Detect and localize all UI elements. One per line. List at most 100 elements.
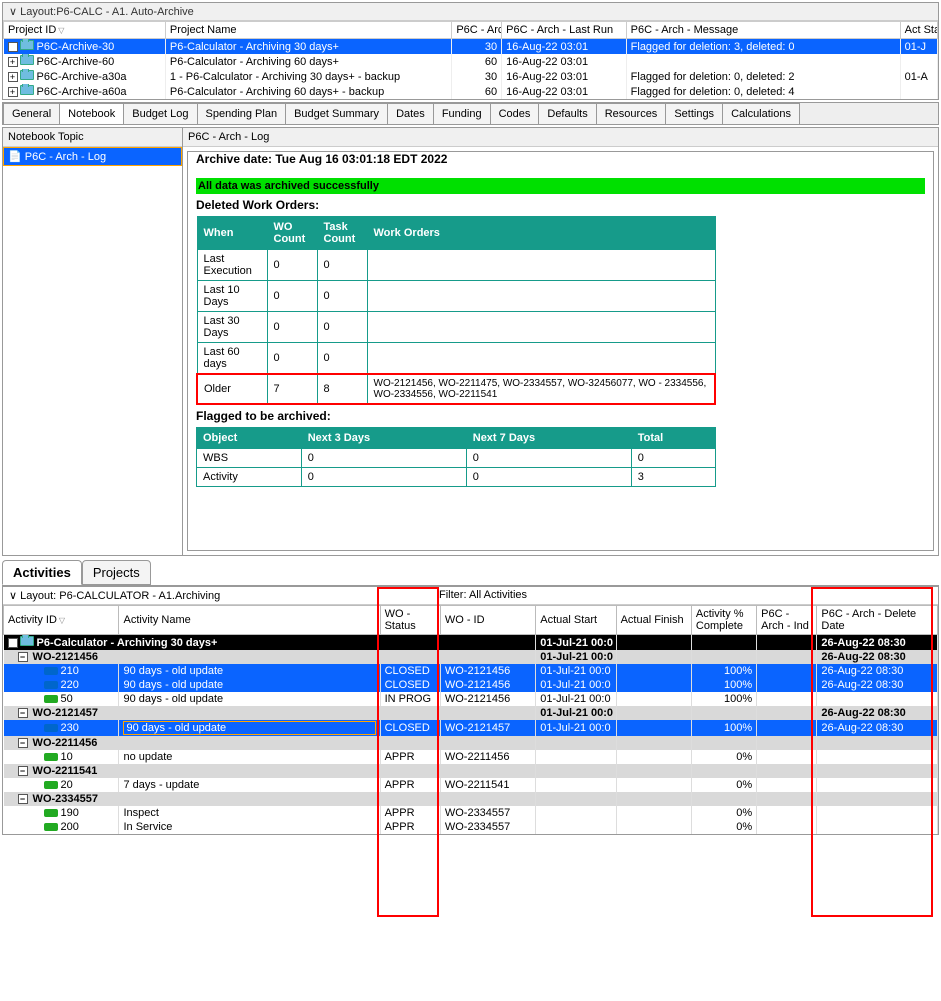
deleted-row: Last 60 days00 — [197, 343, 715, 375]
activity-row[interactable]: 22090 days - old updateCLOSEDWO-21214560… — [4, 678, 938, 692]
tab-funding[interactable]: Funding — [433, 103, 491, 124]
bigtab-projects[interactable]: Projects — [82, 560, 151, 585]
layout-label: ∨ Layout:P6-CALC - A1. Auto-Archive — [3, 3, 938, 21]
notebook-topic-header: Notebook Topic — [3, 128, 182, 147]
milestone-icon — [44, 681, 58, 689]
project-row[interactable]: + P6C-Archive-a30a1 - P6-Calculator - Ar… — [4, 69, 938, 84]
folder-icon — [20, 636, 34, 646]
notebook-panel: Notebook Topic 📄 P6C - Arch - Log P6C - … — [2, 127, 939, 556]
tab-calculations[interactable]: Calculations — [722, 103, 800, 124]
activities-table[interactable]: Activity ID Activity Name WO - Status WO… — [3, 605, 938, 834]
milestone-icon — [44, 667, 58, 675]
tab-notebook[interactable]: Notebook — [59, 103, 124, 124]
tab-budget-log[interactable]: Budget Log — [123, 103, 197, 124]
activity-row[interactable]: − P6-Calculator - Archiving 30 days+01-J… — [4, 635, 938, 651]
col-activity-id[interactable]: Activity ID — [4, 606, 119, 635]
collapse-icon[interactable]: − — [18, 708, 28, 718]
deleted-row: Last 10 Days00 — [197, 281, 715, 312]
collapse-icon[interactable]: − — [18, 766, 28, 776]
activity-row[interactable]: − WO-212145701-Jul-21 00:026-Aug-22 08:3… — [4, 706, 938, 720]
col-actual-finish[interactable]: Actual Finish — [616, 606, 691, 635]
col-wo-id[interactable]: WO - ID — [440, 606, 535, 635]
project-table[interactable]: Project ID Project Name P6C - Arch - Ran… — [3, 21, 938, 99]
col-when: When — [197, 217, 267, 250]
task-icon — [44, 695, 58, 703]
tab-codes[interactable]: Codes — [490, 103, 540, 124]
project-row[interactable]: + P6C-Archive-a60aP6-Calculator - Archiv… — [4, 84, 938, 99]
task-icon — [44, 809, 58, 817]
log-body: Archive date: Tue Aug 16 03:01:18 EDT 20… — [187, 151, 934, 551]
col-wocount: WO Count — [267, 217, 317, 250]
col-arch-act[interactable]: Act Sta — [900, 22, 937, 39]
tab-settings[interactable]: Settings — [665, 103, 723, 124]
col-next3: Next 3 Days — [301, 428, 466, 449]
flagged-row: WBS000 — [197, 449, 716, 468]
notebook-topic-item[interactable]: 📄 P6C - Arch - Log — [3, 147, 182, 166]
activity-row[interactable]: − WO-212145601-Jul-21 00:026-Aug-22 08:3… — [4, 650, 938, 664]
col-wo-status[interactable]: WO - Status — [380, 606, 440, 635]
tab-budget-summary[interactable]: Budget Summary — [285, 103, 388, 124]
collapse-icon[interactable]: − — [18, 652, 28, 662]
tab-resources[interactable]: Resources — [596, 103, 667, 124]
col-actual-start[interactable]: Actual Start — [536, 606, 616, 635]
expand-icon[interactable]: + — [8, 72, 18, 82]
collapse-icon[interactable]: − — [18, 738, 28, 748]
activity-row[interactable]: − WO-2211456 — [4, 736, 938, 750]
task-icon — [44, 753, 58, 761]
col-workorders: Work Orders — [367, 217, 715, 250]
flagged-header: Flagged to be archived: — [196, 409, 925, 423]
flagged-table: Object Next 3 Days Next 7 Days Total WBS… — [196, 427, 716, 487]
col-next7: Next 7 Days — [466, 428, 631, 449]
expand-icon[interactable]: + — [8, 42, 18, 52]
tab-general[interactable]: General — [3, 103, 60, 124]
collapse-icon[interactable]: − — [8, 638, 18, 648]
activities-layout-label: ∨ Layout: P6-CALCULATOR - A1.Archiving — [9, 589, 439, 602]
col-pct-complete[interactable]: Activity % Complete — [691, 606, 756, 635]
col-arch-lastrun[interactable]: P6C - Arch - Last Run — [502, 22, 627, 39]
col-object: Object — [197, 428, 302, 449]
col-activity-name[interactable]: Activity Name — [119, 606, 380, 635]
expand-icon[interactable]: + — [8, 57, 18, 67]
activity-row[interactable]: 200In ServiceAPPRWO-23345570% — [4, 820, 938, 834]
deleted-row: Last Execution00 — [197, 250, 715, 281]
activity-row[interactable]: 5090 days - old updateIN PROGWO-21214560… — [4, 692, 938, 706]
deleted-row: Last 30 Days00 — [197, 312, 715, 343]
project-row[interactable]: + P6C-Archive-60P6-Calculator - Archivin… — [4, 54, 938, 69]
activity-row[interactable]: − WO-2334557 — [4, 792, 938, 806]
flagged-row: Activity003 — [197, 468, 716, 487]
activity-row[interactable]: 207 days - updateAPPRWO-22115410% — [4, 778, 938, 792]
folder-icon — [20, 40, 34, 50]
col-delete-date[interactable]: P6C - Arch - Delete Date — [817, 606, 938, 635]
activities-filter-label: Filter: All Activities — [439, 589, 527, 602]
task-icon — [44, 781, 58, 789]
task-icon — [44, 823, 58, 831]
activity-row[interactable]: 10no updateAPPRWO-22114560% — [4, 750, 938, 764]
tab-dates[interactable]: Dates — [387, 103, 434, 124]
col-project-id[interactable]: Project ID — [4, 22, 166, 39]
tab-defaults[interactable]: Defaults — [538, 103, 596, 124]
folder-icon — [20, 55, 34, 65]
activity-row[interactable]: − WO-2211541 — [4, 764, 938, 778]
log-header: P6C - Arch - Log — [183, 128, 938, 147]
project-row[interactable]: + P6C-Archive-30P6-Calculator - Archivin… — [4, 39, 938, 55]
project-panel: ∨ Layout:P6-CALC - A1. Auto-Archive Proj… — [2, 2, 939, 100]
activity-row[interactable]: 23090 days - old updateCLOSEDWO-21214570… — [4, 720, 938, 736]
activity-row[interactable]: 21090 days - old updateCLOSEDWO-21214560… — [4, 664, 938, 678]
col-arch-ind[interactable]: P6C - Arch - Ind — [757, 606, 817, 635]
col-taskcount: Task Count — [317, 217, 367, 250]
activity-row[interactable]: 190InspectAPPRWO-23345570% — [4, 806, 938, 820]
tab-spending-plan[interactable]: Spending Plan — [197, 103, 287, 124]
col-arch-range[interactable]: P6C - Arch - Range — [452, 22, 502, 39]
folder-icon — [20, 85, 34, 95]
main-tabs[interactable]: ActivitiesProjects — [2, 560, 939, 586]
collapse-icon[interactable]: − — [18, 794, 28, 804]
deleted-row: Older78WO-2121456, WO-2211475, WO-233455… — [197, 374, 715, 404]
notebook-sidebar: Notebook Topic 📄 P6C - Arch - Log — [3, 128, 183, 555]
detail-tabs[interactable]: GeneralNotebookBudget LogSpending PlanBu… — [2, 102, 939, 125]
bigtab-activities[interactable]: Activities — [2, 560, 82, 585]
deleted-table: When WO Count Task Count Work Orders Las… — [196, 216, 716, 405]
expand-icon[interactable]: + — [8, 87, 18, 97]
col-project-name[interactable]: Project Name — [165, 22, 451, 39]
col-arch-message[interactable]: P6C - Arch - Message — [626, 22, 900, 39]
archive-date: Archive date: Tue Aug 16 03:01:18 EDT 20… — [196, 152, 925, 166]
